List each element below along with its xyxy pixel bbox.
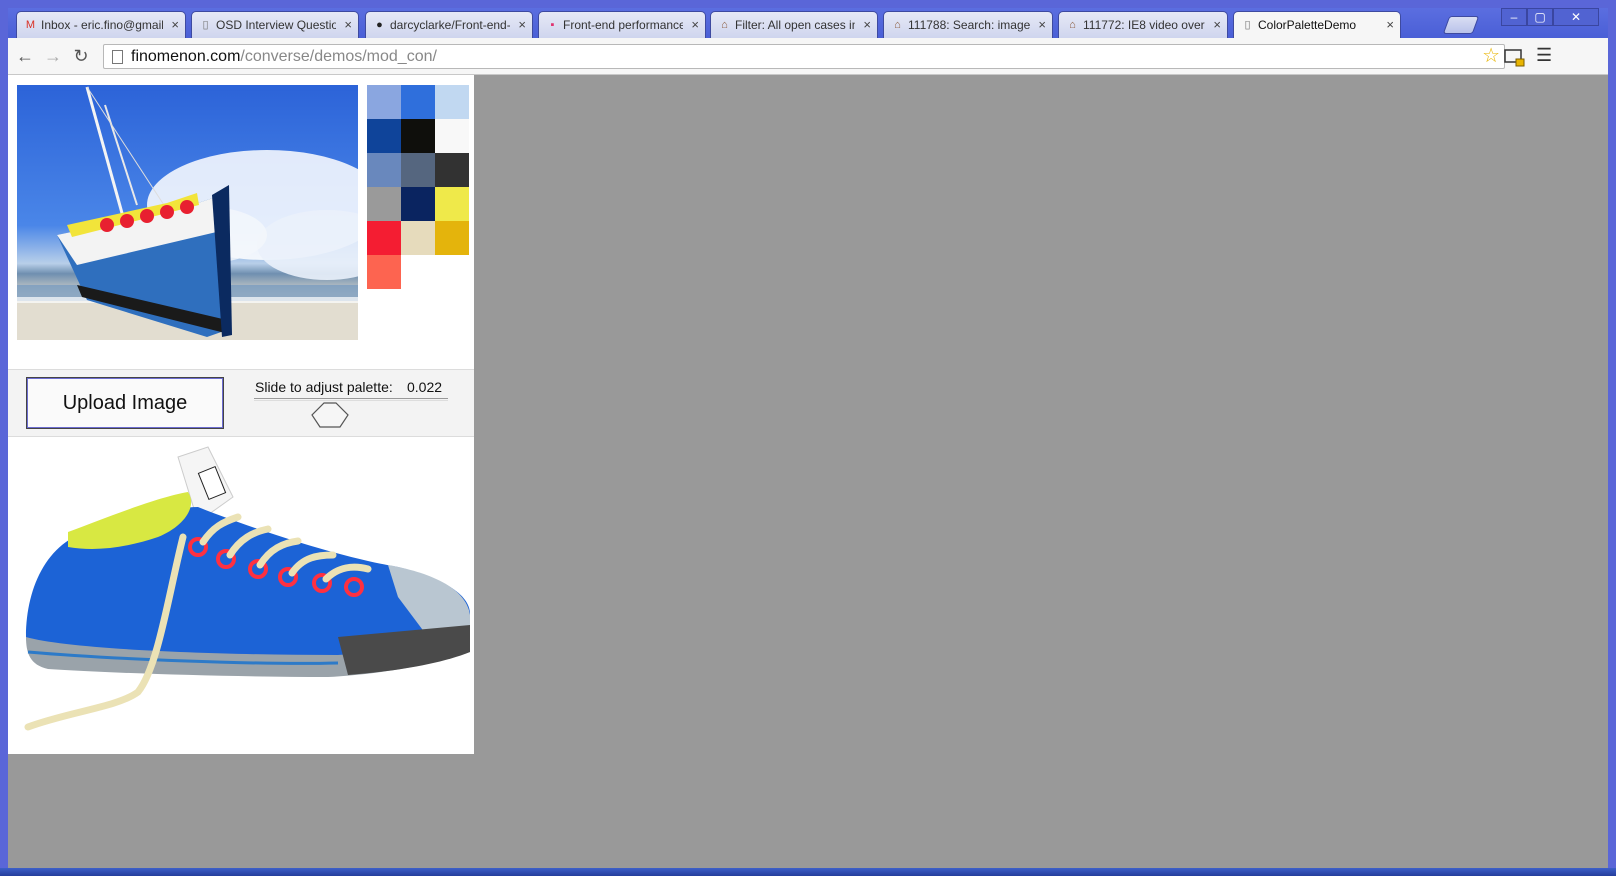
fogbugz-icon: ⌂	[721, 19, 728, 31]
browser-tab[interactable]: ▯ ColorPaletteDemo ×	[1233, 11, 1401, 38]
palette-swatch	[367, 153, 401, 187]
palette-swatch	[435, 221, 469, 255]
cast-extension-icon[interactable]	[1504, 48, 1526, 68]
upload-image-button[interactable]: Upload Image	[26, 377, 224, 429]
menu-icon[interactable]: ☰	[1536, 45, 1552, 66]
palette-swatch	[401, 119, 435, 153]
address-url: finomenon.com/converse/demos/mod_con/	[131, 47, 437, 67]
page-content: Upload Image Slide to adjust palette: 0.…	[8, 75, 1608, 868]
palette-swatch	[401, 187, 435, 221]
tab-title: Inbox - eric.fino@gmail	[41, 18, 163, 32]
sneaker-photo	[8, 437, 474, 754]
close-window-button[interactable]: ✕	[1553, 8, 1599, 26]
browser-window: M Inbox - eric.fino@gmail × ▯ OSD Interview …	[0, 0, 1616, 876]
browser-tab[interactable]: ▯ OSD Interview Question ×	[191, 11, 359, 38]
palette-swatch	[367, 119, 401, 153]
gmail-icon: M	[25, 19, 36, 31]
tab-close-icon[interactable]: ×	[1386, 12, 1394, 38]
tab-title: Filter: All open cases in	[735, 18, 855, 32]
palette-swatch	[435, 119, 469, 153]
browser-viewport: M Inbox - eric.fino@gmail × ▯ OSD Interview …	[8, 8, 1608, 868]
palette-swatch	[367, 85, 401, 119]
page-icon	[112, 50, 123, 64]
sneaker-illustration	[24, 446, 470, 731]
address-host: finomenon.com	[131, 48, 241, 65]
boat-photo	[17, 85, 358, 340]
tab-title: ColorPaletteDemo	[1258, 18, 1357, 32]
palette-swatch	[367, 255, 401, 289]
tab-close-icon[interactable]: ×	[1038, 12, 1046, 38]
page-icon: ▯	[202, 19, 209, 31]
browser-tab[interactable]: ⌂ Filter: All open cases in ×	[710, 11, 878, 38]
tab-strip: M Inbox - eric.fino@gmail × ▯ OSD Interview …	[8, 8, 1608, 38]
browser-tab[interactable]: ⌂ 111772: IE8 video overla ×	[1058, 11, 1228, 38]
forward-arrow-icon[interactable]: →	[41, 44, 65, 68]
address-path: /converse/demos/mod_con/	[240, 48, 437, 65]
palette-swatch	[367, 221, 401, 255]
palette-swatch	[435, 153, 469, 187]
tab-title: OSD Interview Question	[216, 18, 336, 32]
fogbugz-icon: ⌂	[894, 19, 901, 31]
tab-title: 111788: Search: images/	[908, 18, 1030, 32]
windows-taskbar	[0, 868, 1616, 876]
browser-tab[interactable]: M Inbox - eric.fino@gmail ×	[16, 11, 186, 38]
color-palette	[367, 85, 469, 289]
palette-slider-track[interactable]	[254, 398, 448, 401]
tab-close-icon[interactable]: ×	[863, 12, 871, 38]
tab-title: 111772: IE8 video overla	[1083, 18, 1205, 32]
tab-close-icon[interactable]: ×	[344, 12, 352, 38]
tab-title: darcyclarke/Front-end-	[390, 18, 510, 32]
tab-title: Front-end performance	[563, 18, 683, 32]
address-bar[interactable]: finomenon.com/converse/demos/mod_con/ ☆	[103, 44, 1505, 69]
slider-label: Slide to adjust palette:	[255, 379, 393, 395]
tab-close-icon[interactable]: ×	[691, 12, 699, 38]
boat-illustration	[17, 86, 358, 340]
palette-swatch	[401, 85, 435, 119]
bookmark-star-icon[interactable]: ☆	[1482, 45, 1500, 68]
palette-swatch	[401, 153, 435, 187]
minimize-button[interactable]: ‒	[1501, 8, 1527, 26]
browser-toolbar: ← → ↻ finomenon.com/converse/demos/mod_c…	[8, 38, 1608, 75]
palette-slider-thumb[interactable]	[310, 401, 350, 429]
palette-swatch	[435, 85, 469, 119]
browser-tab[interactable]: ⌂ 111788: Search: images/ ×	[883, 11, 1053, 38]
tab-close-icon[interactable]: ×	[518, 12, 526, 38]
palette-swatch	[435, 187, 469, 221]
palette-controls: Upload Image Slide to adjust palette: 0.…	[8, 369, 474, 437]
page-icon: ▯	[1244, 19, 1251, 31]
new-tab-button[interactable]	[1442, 16, 1480, 34]
back-arrow-icon[interactable]: ←	[13, 44, 37, 68]
tab-close-icon[interactable]: ×	[171, 12, 179, 38]
reload-icon[interactable]: ↻	[69, 44, 93, 68]
window-controls: ‒ ▢ ✕	[1501, 8, 1599, 26]
palette-swatch	[401, 221, 435, 255]
browser-tab[interactable]: ● darcyclarke/Front-end- ×	[365, 11, 533, 38]
palette-swatch	[367, 187, 401, 221]
browser-tab[interactable]: ▪ Front-end performance ×	[538, 11, 706, 38]
css-icon: ▪	[550, 19, 555, 31]
fogbugz-icon: ⌂	[1069, 19, 1076, 31]
slider-value: 0.022	[407, 379, 443, 395]
github-icon: ●	[376, 19, 383, 31]
tab-close-icon[interactable]: ×	[1213, 12, 1221, 38]
demo-panel: Upload Image Slide to adjust palette: 0.…	[8, 75, 474, 754]
maximize-button[interactable]: ▢	[1527, 8, 1553, 26]
